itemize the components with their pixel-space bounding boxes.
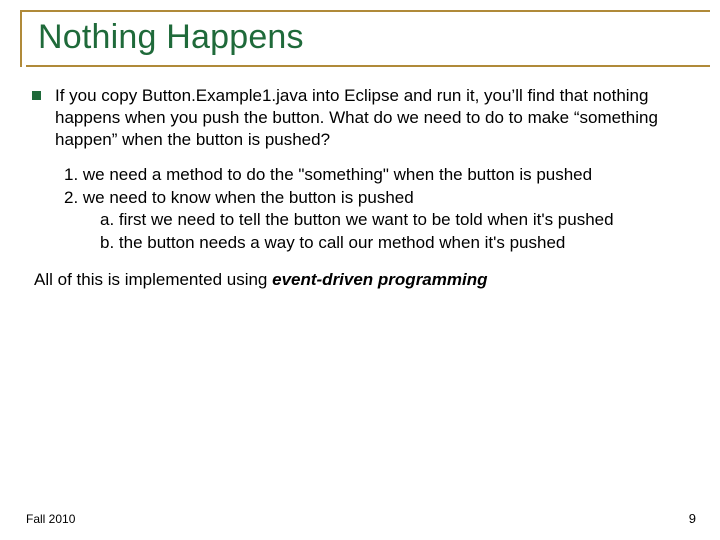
bullet-item: If you copy Button.Example1.java into Ec…: [32, 85, 690, 150]
footer-left: Fall 2010: [26, 512, 75, 526]
bullet-text: If you copy Button.Example1.java into Ec…: [55, 85, 690, 150]
title-rule-top: [20, 10, 710, 12]
closing-line: All of this is implemented using event-d…: [34, 270, 690, 290]
closing-prefix: All of this is implemented using: [34, 270, 272, 289]
step-2b: b. the button needs a way to call our me…: [64, 232, 690, 254]
step-1: 1. we need a method to do the "something…: [64, 164, 690, 186]
square-bullet-icon: [32, 91, 41, 100]
slide-title: Nothing Happens: [38, 18, 696, 57]
slide-body: If you copy Button.Example1.java into Ec…: [24, 85, 696, 290]
closing-em: event-driven programming: [272, 270, 487, 289]
step-2a: a. first we need to tell the button we w…: [64, 209, 690, 231]
page-number: 9: [689, 511, 696, 526]
numbered-block: 1. we need a method to do the "something…: [64, 164, 690, 254]
title-rule-bottom: [26, 65, 710, 67]
step-2: 2. we need to know when the button is pu…: [64, 187, 690, 209]
slide: Nothing Happens If you copy Button.Examp…: [0, 0, 720, 540]
